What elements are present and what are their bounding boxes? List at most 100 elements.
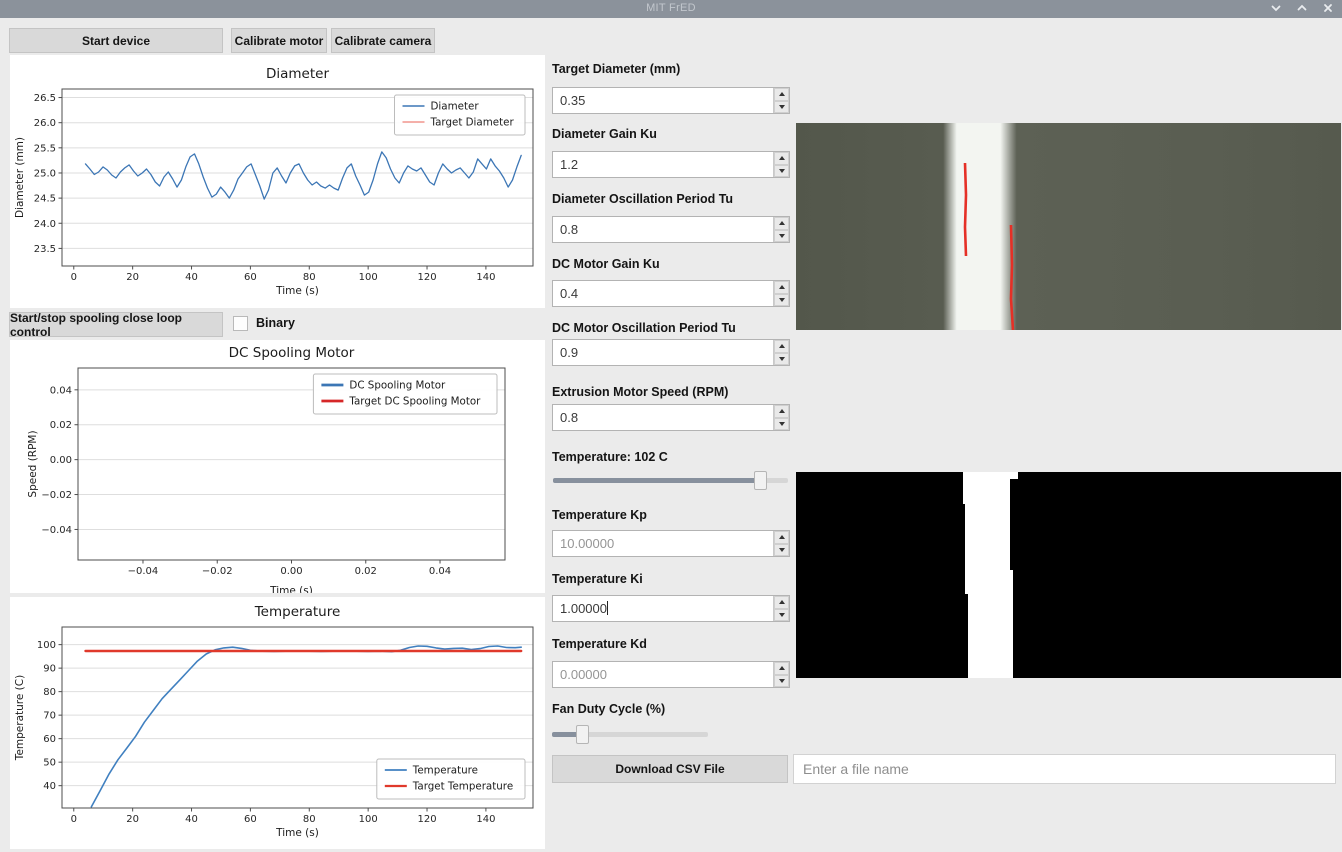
download-csv-button[interactable]: Download CSV File	[552, 755, 788, 783]
svg-text:Diameter: Diameter	[431, 101, 480, 113]
svg-text:−0.02: −0.02	[202, 566, 233, 577]
filename-input[interactable]: Enter a file name	[793, 754, 1336, 784]
svg-text:100: 100	[359, 272, 378, 283]
diameter-gain-input[interactable]: 1.2	[552, 151, 790, 178]
spin-down-icon[interactable]	[774, 544, 789, 557]
spin-down-icon[interactable]	[774, 609, 789, 622]
text-caret	[607, 601, 608, 615]
svg-text:140: 140	[476, 814, 495, 825]
svg-text:0.00: 0.00	[50, 455, 72, 466]
spin-down-icon[interactable]	[774, 101, 789, 114]
svg-text:−0.02: −0.02	[41, 490, 72, 501]
fan-duty-cycle-slider[interactable]	[552, 725, 708, 744]
spooling-control-button[interactable]: Start/stop spooling close loop control	[9, 312, 223, 337]
maximize-icon[interactable]	[1296, 2, 1308, 14]
svg-text:Speed (RPM): Speed (RPM)	[27, 430, 39, 497]
temperature-slider-groove[interactable]	[553, 478, 788, 483]
temperature-slider-label: Temperature: 102 C	[552, 450, 668, 464]
svg-text:−0.04: −0.04	[41, 525, 72, 536]
temperature-chart: 405060708090100020406080100120140Tempera…	[10, 597, 545, 849]
svg-text:20: 20	[126, 272, 139, 283]
svg-text:100: 100	[37, 640, 56, 651]
svg-text:80: 80	[303, 814, 316, 825]
svg-text:0.04: 0.04	[429, 566, 451, 577]
spin-down-icon[interactable]	[774, 353, 789, 366]
target-diameter-input[interactable]: 0.35	[552, 87, 790, 114]
spin-up-icon[interactable]	[774, 88, 789, 101]
calibrate-camera-button[interactable]: Calibrate camera	[331, 28, 435, 53]
svg-text:DC Spooling Motor: DC Spooling Motor	[229, 345, 355, 361]
dc-motor-osc-period-label: DC Motor Oscillation Period Tu	[552, 321, 736, 335]
minimize-icon[interactable]	[1270, 2, 1282, 14]
fan-slider-handle[interactable]	[576, 725, 589, 744]
spin-down-icon[interactable]	[774, 230, 789, 243]
diameter-osc-period-label: Diameter Oscillation Period Tu	[552, 192, 733, 206]
binary-fiber-stripe	[963, 472, 1018, 678]
svg-text:26.5: 26.5	[34, 93, 56, 104]
spin-up-icon[interactable]	[774, 662, 789, 675]
extrusion-speed-input[interactable]: 0.8	[552, 404, 790, 431]
title-bar: MIT FrED	[0, 0, 1342, 18]
spin-down-icon[interactable]	[774, 675, 789, 688]
close-icon[interactable]	[1322, 2, 1334, 14]
dc-motor-chart-panel: −0.04−0.020.000.020.04−0.04−0.020.000.02…	[10, 340, 545, 593]
temperature-chart-panel: 405060708090100020406080100120140Tempera…	[10, 597, 545, 849]
binary-checkbox-label: Binary	[256, 316, 295, 330]
svg-text:40: 40	[185, 272, 198, 283]
svg-text:0: 0	[71, 272, 77, 283]
svg-text:60: 60	[244, 814, 257, 825]
spin-up-icon[interactable]	[774, 405, 789, 418]
diameter-gain-label: Diameter Gain Ku	[552, 127, 657, 141]
temperature-ki-input[interactable]: 1.00000	[552, 595, 790, 622]
spin-down-icon[interactable]	[774, 418, 789, 431]
extrusion-speed-label: Extrusion Motor Speed (RPM)	[552, 385, 728, 399]
spin-down-icon[interactable]	[774, 294, 789, 307]
temperature-kd-input[interactable]: 0.00000	[552, 661, 790, 688]
svg-text:60: 60	[244, 272, 257, 283]
binary-checkbox[interactable]	[233, 316, 248, 331]
spin-up-icon[interactable]	[774, 596, 789, 609]
svg-text:Diameter: Diameter	[266, 66, 329, 82]
temperature-slider-handle[interactable]	[754, 471, 767, 490]
camera-view-binary	[796, 472, 1341, 678]
left-edge-marker	[965, 163, 966, 256]
svg-text:Target Diameter: Target Diameter	[430, 117, 515, 129]
svg-text:Temperature: Temperature	[254, 604, 341, 620]
svg-text:−0.04: −0.04	[128, 566, 159, 577]
calibrate-motor-button[interactable]: Calibrate motor	[231, 28, 327, 53]
temperature-kp-input[interactable]: 10.00000	[552, 530, 790, 557]
svg-text:90: 90	[43, 664, 56, 675]
diameter-osc-period-input[interactable]: 0.8	[552, 216, 790, 243]
svg-text:120: 120	[417, 814, 436, 825]
camera-view-raw	[796, 123, 1341, 330]
dc-motor-osc-period-input[interactable]: 0.9	[552, 339, 790, 366]
svg-text:140: 140	[476, 272, 495, 283]
temperature-slider[interactable]	[553, 471, 788, 490]
dc-motor-gain-label: DC Motor Gain Ku	[552, 257, 660, 271]
svg-text:24.5: 24.5	[34, 194, 56, 205]
window-title: MIT FrED	[0, 2, 1342, 14]
spin-up-icon[interactable]	[774, 340, 789, 353]
svg-text:25.0: 25.0	[34, 168, 56, 179]
svg-text:100: 100	[359, 814, 378, 825]
svg-text:0.00: 0.00	[280, 566, 302, 577]
svg-text:Time (s): Time (s)	[269, 585, 313, 593]
svg-text:120: 120	[417, 272, 436, 283]
dc-motor-gain-input[interactable]: 0.4	[552, 280, 790, 307]
temperature-kd-label: Temperature Kd	[552, 637, 647, 651]
svg-text:0.04: 0.04	[50, 385, 72, 396]
svg-text:0: 0	[71, 814, 77, 825]
svg-text:26.0: 26.0	[34, 118, 56, 129]
svg-text:0.02: 0.02	[50, 420, 72, 431]
svg-text:Temperature (C): Temperature (C)	[14, 675, 26, 761]
diameter-chart: 23.524.024.525.025.526.026.5020406080100…	[10, 55, 545, 308]
svg-text:DC Spooling Motor: DC Spooling Motor	[349, 380, 446, 392]
spin-down-icon[interactable]	[774, 165, 789, 178]
spin-up-icon[interactable]	[774, 281, 789, 294]
spin-up-icon[interactable]	[774, 152, 789, 165]
svg-text:23.5: 23.5	[34, 244, 56, 255]
diameter-chart-panel: 23.524.024.525.025.526.026.5020406080100…	[10, 55, 545, 308]
spin-up-icon[interactable]	[774, 217, 789, 230]
start-device-button[interactable]: Start device	[9, 28, 223, 53]
spin-up-icon[interactable]	[774, 531, 789, 544]
